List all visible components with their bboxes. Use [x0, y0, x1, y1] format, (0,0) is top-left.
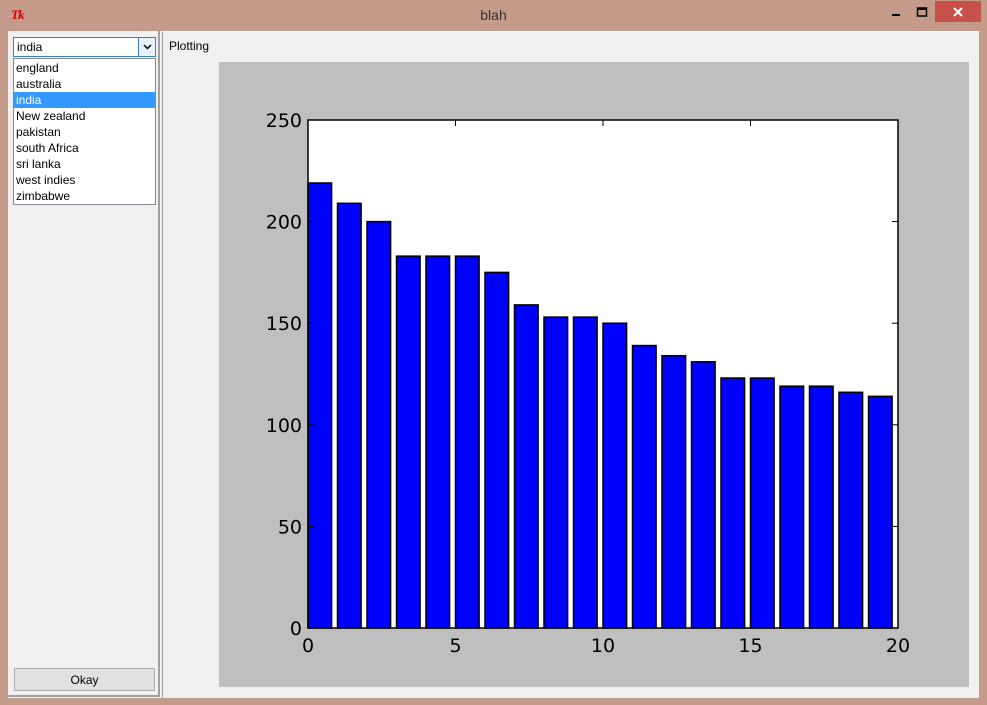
- close-icon: [953, 6, 963, 17]
- chart-bar: [749, 377, 775, 629]
- country-combobox[interactable]: india: [13, 37, 156, 57]
- country-panel: india england australia india New zealand pa…: [8, 31, 160, 697]
- x-tick-label: 15: [738, 635, 762, 657]
- chart-bar: [513, 304, 539, 629]
- y-tick-label: 250: [266, 110, 302, 132]
- list-item[interactable]: india: [14, 92, 155, 108]
- chart-bar: [661, 354, 687, 629]
- y-tick-label: 150: [266, 313, 302, 335]
- list-item[interactable]: sri lanka: [14, 156, 155, 172]
- chart-figure: 0 50 100 150 200 250 0 5 10 15 20: [219, 62, 969, 687]
- chart-bar: [690, 361, 716, 629]
- x-tick-label: 20: [886, 635, 910, 657]
- chart-bar: [395, 255, 421, 629]
- chart-bar: [425, 255, 451, 629]
- chart-bar: [572, 316, 598, 629]
- chevron-down-icon: [142, 44, 152, 50]
- y-tick-label: 100: [266, 415, 302, 437]
- plotting-label: Plotting: [169, 39, 210, 53]
- y-tick-label: 200: [266, 212, 302, 234]
- y-tick-label: 0: [290, 618, 302, 640]
- window-client-area: india england australia india New zealand pa…: [8, 31, 979, 698]
- chart-bar: [808, 385, 834, 629]
- chart-bar: [602, 322, 628, 629]
- chart-bar: [720, 377, 746, 629]
- minimize-button[interactable]: [883, 1, 909, 22]
- maximize-button[interactable]: [909, 1, 935, 22]
- combobox-value: india: [17, 40, 43, 54]
- chart-bar: [838, 391, 864, 629]
- y-tick-label: 50: [278, 516, 302, 538]
- x-tick-label: 0: [302, 635, 314, 657]
- title-bar: Tk blah: [0, 0, 987, 31]
- chart-bar: [336, 202, 362, 629]
- chart-bar: [366, 220, 392, 629]
- list-item[interactable]: pakistan: [14, 124, 155, 140]
- chart-bar: [307, 182, 333, 629]
- window-title: blah: [480, 7, 507, 23]
- chart-bar: [484, 271, 510, 629]
- close-button[interactable]: [935, 1, 981, 22]
- chart-bar: [631, 344, 657, 629]
- combobox-dropdown-button[interactable]: [138, 38, 155, 56]
- country-listbox[interactable]: england australia india New zealand pakistan…: [13, 58, 156, 205]
- list-item[interactable]: australia: [14, 76, 155, 92]
- chart-bar: [867, 395, 893, 629]
- list-item[interactable]: zimbabwe: [14, 188, 155, 204]
- list-item[interactable]: west indies: [14, 172, 155, 188]
- list-item[interactable]: england: [14, 60, 155, 76]
- chart-bar: [543, 316, 569, 629]
- chart-bar: [454, 255, 480, 629]
- x-tick-label: 10: [591, 635, 615, 657]
- okay-button[interactable]: Okay: [14, 668, 155, 691]
- x-tick-label: 5: [449, 635, 461, 657]
- plot-panel: Plotting 0 50 100 150 200 250 0 5 10 15 20: [162, 31, 979, 698]
- list-item[interactable]: New zealand: [14, 108, 155, 124]
- list-item[interactable]: south Africa: [14, 140, 155, 156]
- chart-bar: [779, 385, 805, 629]
- minimize-icon: [892, 13, 900, 16]
- bar-chart: 0 50 100 150 200 250 0 5 10 15 20: [266, 110, 910, 657]
- maximize-icon: [916, 6, 928, 17]
